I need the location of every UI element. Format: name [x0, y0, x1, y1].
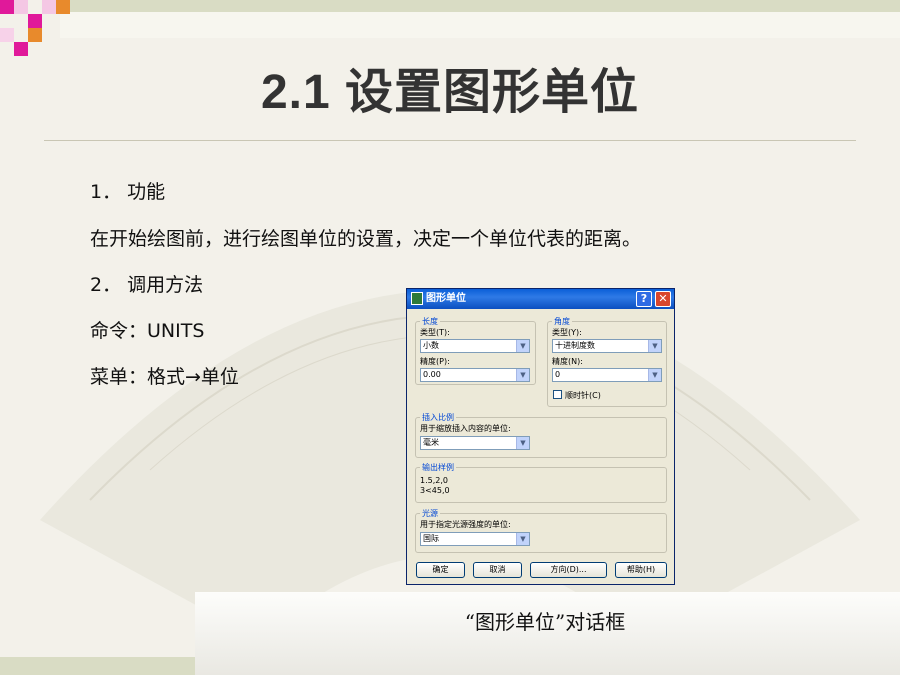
sample-output-group-label: 输出样例 [420, 462, 456, 473]
chevron-down-icon[interactable]: ▼ [648, 369, 661, 381]
deco-square [28, 28, 42, 42]
section-heading-function: 1． 功能 [90, 181, 166, 203]
ok-button[interactable]: 确定 [416, 562, 465, 578]
chevron-down-icon[interactable]: ▼ [516, 533, 529, 545]
lighting-select[interactable]: 国际 ▼ [420, 532, 530, 546]
title-divider [44, 140, 856, 141]
insert-scale-group-label: 插入比例 [420, 412, 456, 423]
top-band [48, 0, 900, 12]
length-group: 长度 类型(T): 小数 ▼ 精度(P): 0.00 ▼ [415, 316, 536, 385]
command-line: 命令：UNITS [90, 320, 205, 342]
lighting-group-label: 光源 [420, 508, 440, 519]
chevron-down-icon[interactable]: ▼ [648, 340, 661, 352]
direction-button[interactable]: 方向(D)... [530, 562, 607, 578]
sample-line-2: 3<45,0 [420, 486, 450, 495]
chevron-down-icon[interactable]: ▼ [516, 340, 529, 352]
close-icon[interactable]: ✕ [655, 291, 671, 307]
slide-title: 2.1 设置图形单位 [260, 66, 640, 119]
help-icon[interactable]: ? [636, 291, 652, 307]
deco-square [28, 14, 42, 28]
length-group-label: 长度 [420, 316, 440, 327]
length-type-label: 类型(T): [420, 328, 450, 337]
clockwise-checkbox[interactable] [553, 390, 562, 399]
sample-output-group: 输出样例 1.5,2,0 3<45,0 [415, 462, 667, 503]
lighting-group: 光源 用于指定光源强度的单位: 国际 ▼ [415, 508, 667, 553]
section-heading-invoke: 2． 调用方法 [90, 274, 204, 296]
length-precision-label: 精度(P): [420, 357, 450, 366]
angle-precision-value: 0 [555, 370, 561, 379]
deco-square [56, 0, 70, 14]
length-precision-value: 0.00 [423, 370, 441, 379]
dialog-caption: “图形单位”对话框 [464, 610, 626, 634]
length-type-select[interactable]: 小数 ▼ [420, 339, 530, 353]
angle-group: 角度 类型(Y): 十进制度数 ▼ 精度(N): 0 ▼ 顺时针(C) [547, 316, 667, 407]
chevron-down-icon[interactable]: ▼ [516, 437, 529, 449]
deco-square [14, 0, 28, 14]
angle-group-label: 角度 [552, 316, 572, 327]
dialog-title: 图形单位 [426, 293, 466, 304]
cancel-button[interactable]: 取消 [473, 562, 522, 578]
insert-scale-desc: 用于缩放插入内容的单位: [420, 424, 511, 433]
sample-line-1: 1.5,2,0 [420, 476, 448, 485]
lighting-value: 国际 [423, 534, 439, 543]
lighting-desc: 用于指定光源强度的单位: [420, 520, 511, 529]
deco-square [0, 0, 14, 14]
top-band-light [60, 12, 900, 38]
clockwise-label: 顺时针(C) [565, 391, 601, 400]
angle-type-select[interactable]: 十进制度数 ▼ [552, 339, 662, 353]
angle-type-label: 类型(Y): [552, 328, 582, 337]
units-dialog: 图形单位 ? ✕ 长度 类型(T): 小数 ▼ 精度(P): 0.00 ▼ 角度… [406, 288, 675, 585]
app-icon [411, 292, 423, 305]
bottom-band [0, 657, 195, 675]
insert-scale-value: 毫米 [423, 438, 439, 447]
help-button[interactable]: 帮助(H) [615, 562, 667, 578]
insert-scale-select[interactable]: 毫米 ▼ [420, 436, 530, 450]
angle-precision-select[interactable]: 0 ▼ [552, 368, 662, 382]
angle-precision-label: 精度(N): [552, 357, 583, 366]
insert-scale-group: 插入比例 用于缩放插入内容的单位: 毫米 ▼ [415, 412, 667, 458]
deco-square [0, 28, 14, 42]
deco-square [42, 0, 56, 14]
function-description: 在开始绘图前，进行绘图单位的设置，决定一个单位代表的距离。 [90, 228, 642, 250]
length-precision-select[interactable]: 0.00 ▼ [420, 368, 530, 382]
dialog-titlebar: 图形单位 ? ✕ [407, 289, 674, 309]
chevron-down-icon[interactable]: ▼ [516, 369, 529, 381]
menu-line: 菜单：格式→单位 [90, 366, 239, 388]
angle-type-value: 十进制度数 [555, 341, 595, 350]
length-type-value: 小数 [423, 341, 439, 350]
